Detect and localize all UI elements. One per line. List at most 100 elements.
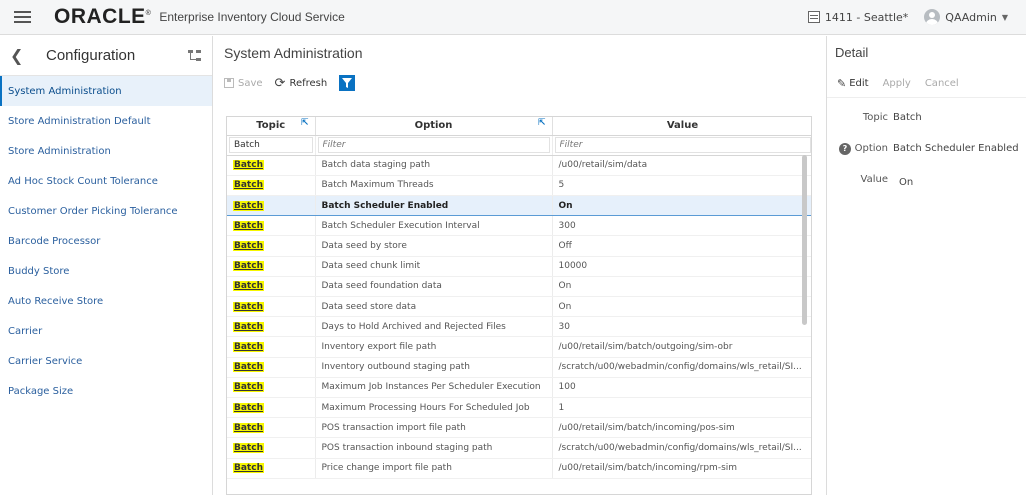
option-cell: Price change import file path <box>315 458 553 479</box>
sidebar-item-customer-order-picking-tolerance[interactable]: Customer Order Picking Tolerance <box>0 196 212 226</box>
table-row[interactable]: Batch Batch data staging path/u00/retail/… <box>227 155 811 176</box>
topic-cell[interactable]: Batch <box>227 316 316 338</box>
detail-actions: ✎ Edit Apply Cancel <box>827 70 1026 98</box>
sidebar-item-system-administration[interactable]: System Administration <box>0 76 212 106</box>
topic-link[interactable]: Batch <box>233 160 264 171</box>
funnel-icon <box>342 78 353 88</box>
topic-cell[interactable]: Batch <box>227 377 316 398</box>
topic-link[interactable]: Batch <box>233 321 264 332</box>
sidebar-item-auto-receive-store[interactable]: Auto Receive Store <box>0 286 212 316</box>
topic-link[interactable]: Batch <box>233 220 264 231</box>
value-cell: Off <box>552 235 811 257</box>
table-row[interactable]: Batch Data seed chunk limit 10000 <box>227 256 811 277</box>
table-row[interactable]: Batch POS transaction import file path/u0… <box>227 417 811 439</box>
table-row[interactable]: Batch Data seed by store Off <box>227 235 811 257</box>
topic-cell[interactable]: Batch <box>227 417 316 439</box>
sidebar-item-store-administration[interactable]: Store Administration <box>0 136 212 166</box>
sidebar-item-barcode-processor[interactable]: Barcode Processor <box>0 226 212 256</box>
topic-filter-input[interactable] <box>229 137 313 154</box>
filter-row <box>227 135 811 156</box>
filter-toggle-button[interactable] <box>339 75 356 91</box>
column-header-topic[interactable]: Topic ⇱ <box>227 117 316 136</box>
table-row[interactable]: Batch Data seed foundation data On <box>227 276 811 298</box>
topic-link[interactable]: Batch <box>233 341 264 352</box>
sidebar-title: Configuration <box>46 47 136 64</box>
table-row[interactable]: Batch Data seed store data On <box>227 296 811 318</box>
topic-link[interactable]: Batch <box>233 261 264 272</box>
table-scrollbar[interactable] <box>802 155 807 325</box>
table-row[interactable]: Batch Days to Hold Archived and Rejected … <box>227 316 811 338</box>
value-cell: On <box>552 195 811 217</box>
sidebar-item-package-size[interactable]: Package Size <box>0 376 212 406</box>
topic-link[interactable]: Batch <box>233 402 264 413</box>
sort-arrow-icon: ⇱ <box>300 118 309 128</box>
cancel-button[interactable]: Cancel <box>925 78 959 89</box>
back-chevron-icon[interactable]: ❮ <box>10 46 30 65</box>
topic-cell[interactable]: Batch <box>227 235 316 257</box>
topic-link[interactable]: Batch <box>233 362 264 373</box>
column-header-value[interactable]: Value <box>552 117 811 136</box>
topic-cell[interactable]: Batch <box>227 437 316 459</box>
sidebar-item-buddy-store[interactable]: Buddy Store <box>0 256 212 286</box>
user-menu[interactable]: QAAdmin ▼ <box>924 9 1008 25</box>
option-cell: Batch Maximum Threads <box>315 175 553 197</box>
topic-cell[interactable]: Batch <box>227 155 316 176</box>
topic-link[interactable]: Batch <box>233 442 264 453</box>
topic-cell[interactable]: Batch <box>227 276 316 298</box>
option-cell: Data seed chunk limit <box>315 256 553 277</box>
sidebar-item-ad-hoc-stock-count-tolerance[interactable]: Ad Hoc Stock Count Tolerance <box>0 166 212 196</box>
refresh-label: Refresh <box>289 77 328 89</box>
topic-cell[interactable]: Batch <box>227 357 316 378</box>
sort-arrow-icon: ⇱ <box>537 118 546 128</box>
topic-cell[interactable]: Batch <box>227 296 316 318</box>
topic-link[interactable]: Batch <box>233 241 264 252</box>
table-row[interactable]: Batch Inventory export file path/u00/reta… <box>227 336 811 358</box>
table-row[interactable]: Batch Inventory outbound staging path/scr… <box>227 357 811 378</box>
topic-cell[interactable]: Batch <box>227 215 316 237</box>
value-cell: 10000 <box>552 256 811 277</box>
save-button[interactable]: Save <box>224 78 263 89</box>
help-icon[interactable]: ? <box>839 143 851 155</box>
table-row[interactable]: Batch Batch Scheduler Execution Interval 3… <box>227 215 811 237</box>
topic-cell[interactable]: Batch <box>227 336 316 358</box>
edit-label: Edit <box>849 78 869 89</box>
topic-cell[interactable]: Batch <box>227 256 316 277</box>
topic-cell[interactable]: Batch <box>227 458 316 479</box>
apply-button[interactable]: Apply <box>883 78 911 89</box>
table-row[interactable]: Batch POS transaction inbound staging pat… <box>227 437 811 459</box>
table-row[interactable]: Batch Batch Maximum Threads 5 <box>227 175 811 197</box>
value-cell: 300 <box>552 215 811 237</box>
table-row[interactable]: Batch Maximum Processing Hours For Schedu… <box>227 397 811 419</box>
option-filter-input[interactable] <box>317 137 550 154</box>
value-cell: 30 <box>552 316 811 338</box>
refresh-button[interactable]: ⟳ Refresh <box>275 76 328 91</box>
topic-link[interactable]: Batch <box>233 200 264 211</box>
topic-cell[interactable]: Batch <box>227 195 316 217</box>
hierarchy-icon[interactable] <box>188 49 202 63</box>
topic-link[interactable]: Batch <box>233 301 264 312</box>
sidebar-item-carrier-service[interactable]: Carrier Service <box>0 346 212 376</box>
table-row[interactable]: Batch Maximum Job Instances Per Scheduler… <box>227 377 811 398</box>
table-row[interactable]: Batch Batch Scheduler Enabled On <box>227 195 811 217</box>
topic-link[interactable]: Batch <box>233 463 264 474</box>
topic-link[interactable]: Batch <box>233 422 264 433</box>
hamburger-menu-icon[interactable] <box>14 11 42 23</box>
column-header-option[interactable]: Option ⇱ <box>315 117 553 136</box>
topic-cell[interactable]: Batch <box>227 175 316 197</box>
detail-value-value: On <box>899 177 914 188</box>
topic-link[interactable]: Batch <box>233 281 264 292</box>
option-cell: POS transaction import file path <box>315 417 553 439</box>
edit-button[interactable]: ✎ Edit <box>837 77 869 90</box>
sidebar-item-carrier[interactable]: Carrier <box>0 316 212 346</box>
store-selector[interactable]: 1411 - Seattle* <box>807 11 908 24</box>
value-cell: 100 <box>552 377 811 398</box>
detail-topic-row: Topic Batch <box>827 112 1026 123</box>
topic-link[interactable]: Batch <box>233 382 264 393</box>
value-filter-input[interactable] <box>554 137 811 154</box>
topic-link[interactable]: Batch <box>233 180 264 191</box>
sidebar-item-store-administration-default[interactable]: Store Administration Default <box>0 106 212 136</box>
sidebar: ❮ Configuration System Administration St… <box>0 36 213 495</box>
topic-cell[interactable]: Batch <box>227 397 316 419</box>
detail-topic-value: Batch <box>893 112 922 123</box>
table-row[interactable]: Batch Price change import file path/u00/r… <box>227 458 811 479</box>
